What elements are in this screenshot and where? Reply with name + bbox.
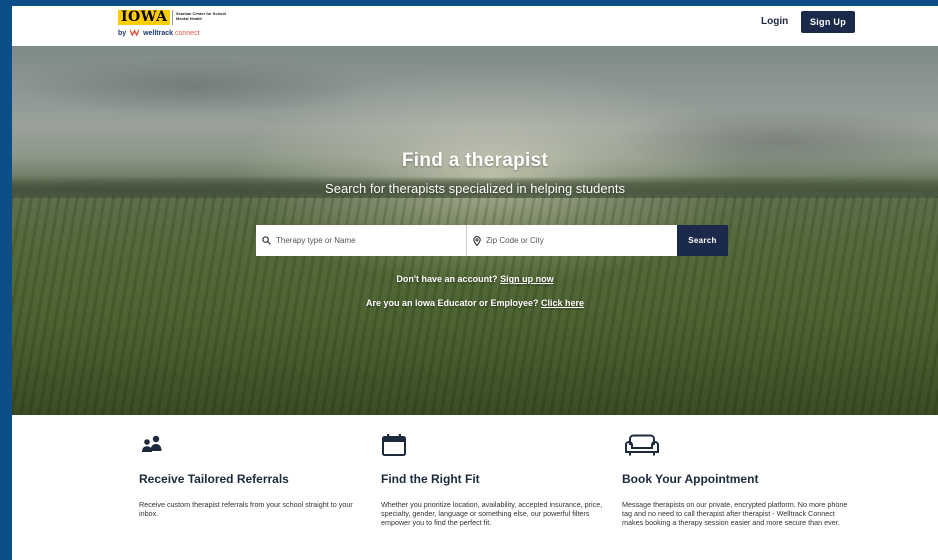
search-icon [262,236,271,245]
features-section: Receive Tailored Referrals Receive custo… [12,415,938,560]
welltrack-mark-icon [130,29,140,36]
page: IOWA Scanlan Center for School Mental He… [12,6,938,560]
logo-connect-text: connect [175,30,200,37]
signup-prompt: Don't have an account? Sign up now [12,274,938,284]
educator-click-here-link[interactable]: Click here [541,298,584,308]
search-button[interactable]: Search [677,225,728,256]
iowa-logo-text: IOWA [118,10,171,25]
logo-center-name: Scanlan Center for School Mental Health [176,11,227,21]
therapy-search-placeholder: Therapy type or Name [276,236,356,245]
feature-right-fit: Find the Right Fit Whether you prioritiz… [381,433,609,527]
sofa-icon [625,434,659,456]
users-icon [142,435,162,452]
top-header: IOWA Scanlan Center for School Mental He… [12,6,938,46]
location-search-placeholder: Zip Code or City [486,236,544,245]
feature-title: Receive Tailored Referrals [139,472,289,486]
signup-now-link[interactable]: Sign up now [500,274,554,284]
login-link[interactable]: Login [761,16,788,27]
hero-section: Find a therapist Search for therapists s… [12,46,938,415]
feature-title: Find the Right Fit [381,472,480,486]
feature-book-appointment: Book Your Appointment Message therapists… [622,433,850,527]
feature-description: Whether you prioritize location, availab… [381,500,603,527]
hero-subtitle: Search for therapists specialized in hel… [325,181,625,196]
location-search-input[interactable]: Zip Code or City [467,225,677,256]
logo-divider [172,10,173,25]
logo-byline: by welltrack connect [118,29,200,37]
educator-prompt: Are you an Iowa Educator or Employee? Cl… [12,298,938,308]
calendar-icon [382,434,406,456]
feature-description: Message therapists on our private, encry… [622,500,848,527]
educator-prompt-text: Are you an Iowa Educator or Employee? [365,298,539,308]
signup-button[interactable]: Sign Up [801,11,855,33]
hero-title: Find a therapist [401,150,549,171]
logo-welltrack-text: welltrack [143,30,174,37]
site-logo[interactable]: IOWA Scanlan Center for School Mental He… [118,9,248,41]
hero-cloud [12,56,372,116]
search-bar: Therapy type or Name Zip Code or City Se… [256,225,728,256]
location-pin-icon [473,235,481,246]
feature-tailored-referrals: Receive Tailored Referrals Receive custo… [139,433,367,518]
feature-title: Book Your Appointment [622,472,759,486]
logo-by-text: by [118,30,127,37]
signup-prompt-text: Don't have an account? [396,274,498,284]
therapy-search-input[interactable]: Therapy type or Name [256,225,467,256]
feature-description: Receive custom therapist referrals from … [139,500,353,518]
